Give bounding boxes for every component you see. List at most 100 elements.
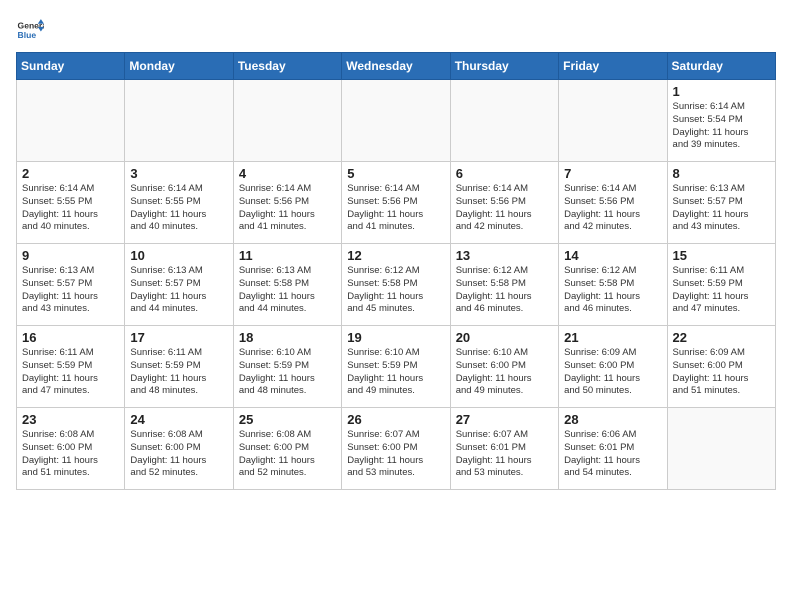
day-info: Sunrise: 6:12 AM Sunset: 5:58 PM Dayligh…	[347, 265, 444, 316]
weekday-header-wednesday: Wednesday	[342, 53, 450, 80]
day-info: Sunrise: 6:08 AM Sunset: 6:00 PM Dayligh…	[239, 429, 336, 480]
day-number: 3	[130, 166, 227, 181]
day-number: 12	[347, 248, 444, 263]
day-info: Sunrise: 6:11 AM Sunset: 5:59 PM Dayligh…	[22, 347, 119, 398]
day-number: 11	[239, 248, 336, 263]
day-info: Sunrise: 6:14 AM Sunset: 5:56 PM Dayligh…	[564, 183, 661, 234]
calendar-cell: 6 Sunrise: 6:14 AM Sunset: 5:56 PM Daylig…	[450, 162, 558, 244]
day-info: Sunrise: 6:14 AM Sunset: 5:54 PM Dayligh…	[673, 101, 770, 152]
day-info: Sunrise: 6:14 AM Sunset: 5:56 PM Dayligh…	[347, 183, 444, 234]
logo: General Blue	[16, 16, 48, 44]
day-number: 7	[564, 166, 661, 181]
day-number: 1	[673, 84, 770, 99]
day-info: Sunrise: 6:07 AM Sunset: 6:00 PM Dayligh…	[347, 429, 444, 480]
day-number: 5	[347, 166, 444, 181]
weekday-header-tuesday: Tuesday	[233, 53, 341, 80]
calendar-week-row: 9 Sunrise: 6:13 AM Sunset: 5:57 PM Daylig…	[17, 244, 776, 326]
calendar-cell: 18 Sunrise: 6:10 AM Sunset: 5:59 PM Dayli…	[233, 326, 341, 408]
day-number: 28	[564, 412, 661, 427]
calendar-cell: 23 Sunrise: 6:08 AM Sunset: 6:00 PM Dayli…	[17, 408, 125, 490]
calendar-cell: 1 Sunrise: 6:14 AM Sunset: 5:54 PM Daylig…	[667, 80, 775, 162]
calendar-table: SundayMondayTuesdayWednesdayThursdayFrid…	[16, 52, 776, 490]
day-info: Sunrise: 6:06 AM Sunset: 6:01 PM Dayligh…	[564, 429, 661, 480]
weekday-header-monday: Monday	[125, 53, 233, 80]
day-number: 18	[239, 330, 336, 345]
day-info: Sunrise: 6:10 AM Sunset: 5:59 PM Dayligh…	[347, 347, 444, 398]
day-info: Sunrise: 6:11 AM Sunset: 5:59 PM Dayligh…	[673, 265, 770, 316]
weekday-header-friday: Friday	[559, 53, 667, 80]
day-info: Sunrise: 6:07 AM Sunset: 6:01 PM Dayligh…	[456, 429, 553, 480]
day-number: 27	[456, 412, 553, 427]
day-number: 2	[22, 166, 119, 181]
calendar-cell: 25Sunrise: 6:08 AM Sunset: 6:00 PM Dayli…	[233, 408, 341, 490]
calendar-cell: 3 Sunrise: 6:14 AM Sunset: 5:55 PM Daylig…	[125, 162, 233, 244]
day-number: 16	[22, 330, 119, 345]
calendar-cell: 5 Sunrise: 6:14 AM Sunset: 5:56 PM Daylig…	[342, 162, 450, 244]
calendar-cell: 28 Sunrise: 6:06 AM Sunset: 6:01 PM Dayli…	[559, 408, 667, 490]
day-number: 24	[130, 412, 227, 427]
day-number: 6	[456, 166, 553, 181]
day-number: 23	[22, 412, 119, 427]
svg-text:Blue: Blue	[18, 30, 37, 40]
day-number: 10	[130, 248, 227, 263]
day-info: Sunrise: 6:10 AM Sunset: 6:00 PM Dayligh…	[456, 347, 553, 398]
calendar-cell: 20 Sunrise: 6:10 AM Sunset: 6:00 PM Dayli…	[450, 326, 558, 408]
day-number: 26	[347, 412, 444, 427]
day-info: Sunrise: 6:09 AM Sunset: 6:00 PM Dayligh…	[673, 347, 770, 398]
day-info: Sunrise: 6:13 AM Sunset: 5:58 PM Dayligh…	[239, 265, 336, 316]
calendar-week-row: 2 Sunrise: 6:14 AM Sunset: 5:55 PM Daylig…	[17, 162, 776, 244]
day-info: Sunrise: 6:14 AM Sunset: 5:55 PM Dayligh…	[130, 183, 227, 234]
page-header: General Blue	[16, 16, 776, 44]
calendar-cell: 27 Sunrise: 6:07 AM Sunset: 6:01 PM Dayli…	[450, 408, 558, 490]
day-number: 17	[130, 330, 227, 345]
weekday-header-sunday: Sunday	[17, 53, 125, 80]
day-info: Sunrise: 6:10 AM Sunset: 5:59 PM Dayligh…	[239, 347, 336, 398]
calendar-cell: 14 Sunrise: 6:12 AM Sunset: 5:58 PM Dayli…	[559, 244, 667, 326]
day-number: 19	[347, 330, 444, 345]
calendar-cell: 17 Sunrise: 6:11 AM Sunset: 5:59 PM Dayli…	[125, 326, 233, 408]
calendar-cell	[667, 408, 775, 490]
calendar-cell	[125, 80, 233, 162]
day-info: Sunrise: 6:09 AM Sunset: 6:00 PM Dayligh…	[564, 347, 661, 398]
calendar-cell	[559, 80, 667, 162]
day-number: 4	[239, 166, 336, 181]
weekday-header-row: SundayMondayTuesdayWednesdayThursdayFrid…	[17, 53, 776, 80]
calendar-week-row: 23 Sunrise: 6:08 AM Sunset: 6:00 PM Dayli…	[17, 408, 776, 490]
calendar-cell: 4Sunrise: 6:14 AM Sunset: 5:56 PM Daylig…	[233, 162, 341, 244]
day-info: Sunrise: 6:08 AM Sunset: 6:00 PM Dayligh…	[130, 429, 227, 480]
day-info: Sunrise: 6:13 AM Sunset: 5:57 PM Dayligh…	[22, 265, 119, 316]
calendar-cell: 21 Sunrise: 6:09 AM Sunset: 6:00 PM Dayli…	[559, 326, 667, 408]
day-number: 14	[564, 248, 661, 263]
calendar-cell	[233, 80, 341, 162]
calendar-cell: 15Sunrise: 6:11 AM Sunset: 5:59 PM Dayli…	[667, 244, 775, 326]
calendar-cell: 26 Sunrise: 6:07 AM Sunset: 6:00 PM Dayli…	[342, 408, 450, 490]
calendar-week-row: 16 Sunrise: 6:11 AM Sunset: 5:59 PM Dayli…	[17, 326, 776, 408]
day-info: Sunrise: 6:14 AM Sunset: 5:55 PM Dayligh…	[22, 183, 119, 234]
day-info: Sunrise: 6:08 AM Sunset: 6:00 PM Dayligh…	[22, 429, 119, 480]
day-number: 22	[673, 330, 770, 345]
calendar-cell	[450, 80, 558, 162]
calendar-cell: 13 Sunrise: 6:12 AM Sunset: 5:58 PM Dayli…	[450, 244, 558, 326]
day-info: Sunrise: 6:11 AM Sunset: 5:59 PM Dayligh…	[130, 347, 227, 398]
weekday-header-saturday: Saturday	[667, 53, 775, 80]
day-info: Sunrise: 6:13 AM Sunset: 5:57 PM Dayligh…	[130, 265, 227, 316]
calendar-cell: 24 Sunrise: 6:08 AM Sunset: 6:00 PM Dayli…	[125, 408, 233, 490]
calendar-cell: 16 Sunrise: 6:11 AM Sunset: 5:59 PM Dayli…	[17, 326, 125, 408]
day-number: 9	[22, 248, 119, 263]
day-info: Sunrise: 6:12 AM Sunset: 5:58 PM Dayligh…	[456, 265, 553, 316]
calendar-cell: 22 Sunrise: 6:09 AM Sunset: 6:00 PM Dayli…	[667, 326, 775, 408]
day-number: 21	[564, 330, 661, 345]
calendar-cell: 8Sunrise: 6:13 AM Sunset: 5:57 PM Daylig…	[667, 162, 775, 244]
day-number: 13	[456, 248, 553, 263]
day-number: 20	[456, 330, 553, 345]
day-number: 8	[673, 166, 770, 181]
weekday-header-thursday: Thursday	[450, 53, 558, 80]
day-info: Sunrise: 6:14 AM Sunset: 5:56 PM Dayligh…	[456, 183, 553, 234]
calendar-cell: 10 Sunrise: 6:13 AM Sunset: 5:57 PM Dayli…	[125, 244, 233, 326]
calendar-cell: 11 Sunrise: 6:13 AM Sunset: 5:58 PM Dayli…	[233, 244, 341, 326]
calendar-cell	[17, 80, 125, 162]
logo-icon: General Blue	[16, 16, 44, 44]
calendar-cell	[342, 80, 450, 162]
day-info: Sunrise: 6:12 AM Sunset: 5:58 PM Dayligh…	[564, 265, 661, 316]
calendar-cell: 19 Sunrise: 6:10 AM Sunset: 5:59 PM Dayli…	[342, 326, 450, 408]
